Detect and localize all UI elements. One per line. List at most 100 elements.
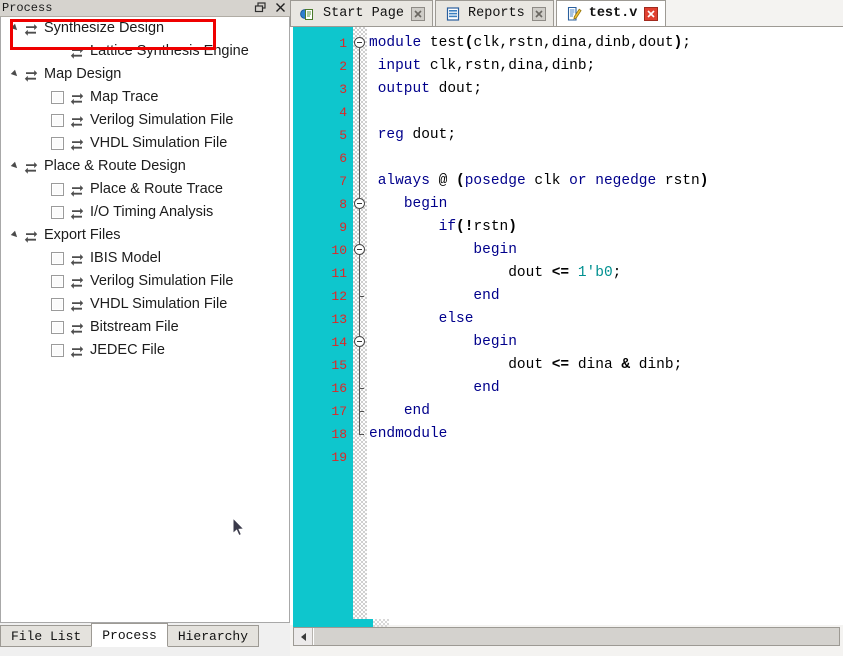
- tree-item-jedec-file[interactable]: JEDEC File: [1, 339, 279, 362]
- tree-item-checkbox[interactable]: [51, 114, 64, 127]
- editor-tab-test-v[interactable]: test.v: [555, 0, 667, 26]
- editor-horizontal-scrollbar[interactable]: [293, 627, 840, 646]
- line-number: 17: [331, 404, 347, 419]
- code-line[interactable]: begin: [367, 239, 843, 262]
- code-fold-toggle[interactable]: [354, 244, 365, 255]
- tree-item-map-design[interactable]: Map Design: [1, 63, 279, 86]
- code-line[interactable]: end: [367, 377, 843, 400]
- code-line[interactable]: if(!rstn): [367, 216, 843, 239]
- code-token: ): [508, 219, 517, 235]
- tree-item-checkbox[interactable]: [51, 275, 64, 288]
- code-editor[interactable]: 1 2 3 4 5 6 7 8 9 10 11 12 13 14 15 16 17 18 19 module tes…: [290, 27, 843, 625]
- code-fold-toggle[interactable]: [354, 336, 365, 347]
- tree-item-vhdl-simulation-file[interactable]: VHDL Simulation File: [1, 132, 279, 155]
- tree-item-export-files[interactable]: Export Files: [1, 224, 279, 247]
- code-text-content[interactable]: module test(clk,rstn,dina,dinb,dout); in…: [367, 27, 843, 625]
- tree-item-checkbox[interactable]: [51, 206, 64, 219]
- process-panel: Process Synthesize Design Lattice Synthes…: [0, 0, 290, 656]
- code-line[interactable]: input clk,rstn,dina,dinb;: [367, 55, 843, 78]
- code-token: output: [377, 81, 430, 97]
- tree-item-checkbox[interactable]: [51, 91, 64, 104]
- tree-item-i-o-timing-analysis[interactable]: I/O Timing Analysis: [1, 201, 279, 224]
- code-fold-toggle[interactable]: [354, 198, 365, 209]
- code-token: <=: [551, 265, 570, 281]
- collapse-triangle-icon[interactable]: [9, 68, 22, 81]
- editor-tab-start-page[interactable]: Start Page: [290, 0, 434, 26]
- tree-item-bitstream-file[interactable]: Bitstream File: [1, 316, 279, 339]
- edit-file-icon: [566, 6, 582, 22]
- tree-item-ibis-model[interactable]: IBIS Model: [1, 247, 279, 270]
- code-line[interactable]: always @ (posedge clk or negedge rstn): [367, 170, 843, 193]
- tree-item-checkbox[interactable]: [51, 137, 64, 150]
- scroll-left-arrow-icon[interactable]: [294, 628, 313, 645]
- left-tab-hierarchy[interactable]: Hierarchy: [166, 625, 260, 647]
- tree-item-checkbox[interactable]: [51, 252, 64, 265]
- code-fold-toggle[interactable]: [354, 37, 365, 48]
- line-number: 16: [331, 381, 347, 396]
- code-fold-margin[interactable]: [353, 27, 367, 625]
- tree-item-place-route-design[interactable]: Place & Route Design: [1, 155, 279, 178]
- left-tab-process[interactable]: Process: [91, 623, 168, 647]
- code-line[interactable]: dout <= dina & dinb;: [367, 354, 843, 377]
- collapse-triangle-icon[interactable]: [9, 229, 22, 242]
- tree-item-synthesize-design[interactable]: Synthesize Design: [1, 17, 279, 40]
- code-line[interactable]: [367, 147, 843, 170]
- code-token: else: [438, 311, 474, 327]
- code-token: always: [377, 173, 430, 189]
- tree-item-verilog-simulation-file[interactable]: Verilog Simulation File: [1, 109, 279, 132]
- tree-item-checkbox[interactable]: [51, 298, 64, 311]
- tree-item-checkbox[interactable]: [51, 321, 64, 334]
- tree-item-checkbox[interactable]: [51, 344, 64, 357]
- code-line[interactable]: end: [367, 400, 843, 423]
- process-refresh-icon: [69, 90, 85, 106]
- editor-tab-close-icon[interactable]: [644, 6, 659, 21]
- scrollbar-thumb[interactable]: [313, 628, 839, 645]
- left-tab-file-list[interactable]: File List: [0, 625, 93, 647]
- close-icon[interactable]: [274, 1, 287, 14]
- code-line[interactable]: endmodule: [367, 423, 843, 446]
- collapse-triangle-icon[interactable]: [9, 160, 22, 173]
- collapse-triangle-icon[interactable]: [9, 22, 22, 35]
- line-number: 6: [339, 151, 347, 166]
- code-token: dout: [369, 357, 552, 373]
- tree-item-map-trace[interactable]: Map Trace: [1, 86, 279, 109]
- code-line[interactable]: dout <= 1'b0;: [367, 262, 843, 285]
- left-panel-tabbar: File List Process Hierarchy: [0, 623, 290, 651]
- float-restore-icon[interactable]: [254, 1, 267, 14]
- tree-item-verilog-simulation-file[interactable]: Verilog Simulation File: [1, 270, 279, 293]
- tree-item-lattice-synthesis-engine[interactable]: Lattice Synthesis Engine: [1, 40, 279, 63]
- code-line[interactable]: [367, 446, 843, 469]
- fold-connector-line: [359, 43, 360, 434]
- application-window: Process Synthesize Design Lattice Synthes…: [0, 0, 843, 656]
- code-token: begin: [403, 196, 448, 212]
- code-line[interactable]: else: [367, 308, 843, 331]
- code-line[interactable]: begin: [367, 331, 843, 354]
- code-line[interactable]: reg dout;: [367, 124, 843, 147]
- code-token: 1'b0: [577, 265, 613, 281]
- progress-indicator: [293, 619, 373, 627]
- code-line[interactable]: end: [367, 285, 843, 308]
- editor-tab-close-icon[interactable]: [411, 6, 426, 21]
- process-tree-area[interactable]: Synthesize Design Lattice Synthesis Engin…: [0, 17, 290, 623]
- tree-item-vhdl-simulation-file[interactable]: VHDL Simulation File: [1, 293, 279, 316]
- code-line[interactable]: begin: [367, 193, 843, 216]
- line-number: 3: [339, 82, 347, 97]
- code-token: begin: [473, 242, 517, 258]
- editor-tab-close-icon[interactable]: [531, 6, 546, 21]
- tree-item-place-route-trace[interactable]: Place & Route Trace: [1, 178, 279, 201]
- tree-item-label: Bitstream File: [90, 319, 179, 335]
- line-number: 4: [339, 105, 347, 120]
- code-line[interactable]: [367, 101, 843, 124]
- code-token: input: [377, 58, 422, 74]
- code-token: module: [369, 35, 422, 51]
- editor-pane: Start Page Reports test.v 1 2 3 4 5 6 7 8 9 10 11 12 1…: [290, 0, 843, 656]
- editor-tab-reports[interactable]: Reports: [435, 0, 554, 26]
- code-line[interactable]: output dout;: [367, 78, 843, 101]
- code-line[interactable]: module test(clk,rstn,dina,dinb,dout);: [367, 32, 843, 55]
- tree-item-checkbox[interactable]: [51, 183, 64, 196]
- code-token: &: [621, 357, 631, 373]
- process-refresh-icon: [69, 251, 85, 267]
